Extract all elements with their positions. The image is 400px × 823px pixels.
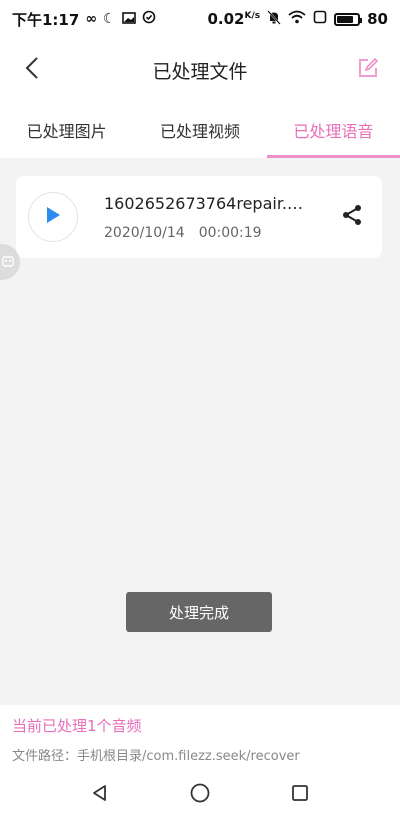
wifi-icon [288, 10, 306, 28]
share-button[interactable] [338, 203, 366, 231]
battery-level: 80 [367, 10, 388, 28]
bell-off-icon [267, 9, 281, 29]
edit-icon [357, 57, 379, 83]
battery-fill [337, 15, 354, 23]
play-icon [45, 206, 61, 228]
robot-icon [1, 253, 15, 272]
net-speed-unit: K/s [244, 11, 261, 21]
recents-square-icon [290, 783, 310, 807]
check-circle-icon [142, 10, 156, 28]
status-bar: 下午1:17 ∞ ☾ 0.02K/s 80 [0, 0, 400, 38]
edit-button[interactable] [352, 54, 384, 86]
infinity-icon: ∞ [85, 11, 97, 27]
file-name: 1602652673764repair.m... [104, 193, 316, 213]
content-area: 1602652673764repair.m... 2020/10/14 00:0… [0, 158, 400, 705]
footer-info: 当前已处理1个音频 文件路径：手机根目录/com.filezz.seek/rec… [0, 705, 400, 767]
page-title: 已处理文件 [152, 60, 248, 83]
file-path: 文件路径：手机根目录/com.filezz.seek/recover [12, 749, 300, 764]
status-right: 0.02K/s 80 [207, 9, 388, 29]
nav-recents-button[interactable] [282, 777, 318, 813]
tab-videos[interactable]: 已处理视频 [133, 102, 266, 158]
back-triangle-icon [90, 783, 110, 807]
share-icon [340, 203, 364, 231]
done-toast: 处理完成 [126, 592, 272, 632]
tab-bar: 已处理图片 已处理视频 已处理语音 [0, 102, 400, 158]
nav-home-button[interactable] [182, 777, 218, 813]
square-icon [313, 10, 327, 28]
file-date: 2020/10/14 [104, 224, 185, 241]
file-duration: 00:00:19 [198, 224, 262, 241]
list-item[interactable]: 1602652673764repair.m... 2020/10/14 00:0… [16, 176, 382, 258]
title-bar: 已处理文件 [0, 38, 400, 102]
tab-images[interactable]: 已处理图片 [0, 102, 133, 158]
home-circle-icon [189, 782, 211, 808]
navigation-bar [0, 767, 400, 823]
file-info: 1602652673764repair.m... 2020/10/14 00:0… [104, 194, 316, 241]
status-time: 下午1:17 [12, 10, 80, 29]
image-icon [121, 10, 136, 28]
back-button[interactable] [14, 52, 50, 88]
battery-icon [334, 12, 363, 26]
tab-audio[interactable]: 已处理语音 [266, 102, 400, 158]
file-meta: 2020/10/14 00:00:19 [104, 225, 316, 241]
chevron-left-icon [25, 57, 39, 83]
play-button[interactable] [28, 192, 78, 242]
processed-summary: 当前已处理1个音频 [12, 717, 142, 735]
moon-icon: ☾ [102, 11, 116, 27]
status-left: 下午1:17 ∞ ☾ [12, 9, 156, 30]
net-speed: 0.02K/s [207, 10, 260, 28]
nav-back-button[interactable] [82, 777, 118, 813]
net-speed-value: 0.02 [207, 10, 245, 28]
